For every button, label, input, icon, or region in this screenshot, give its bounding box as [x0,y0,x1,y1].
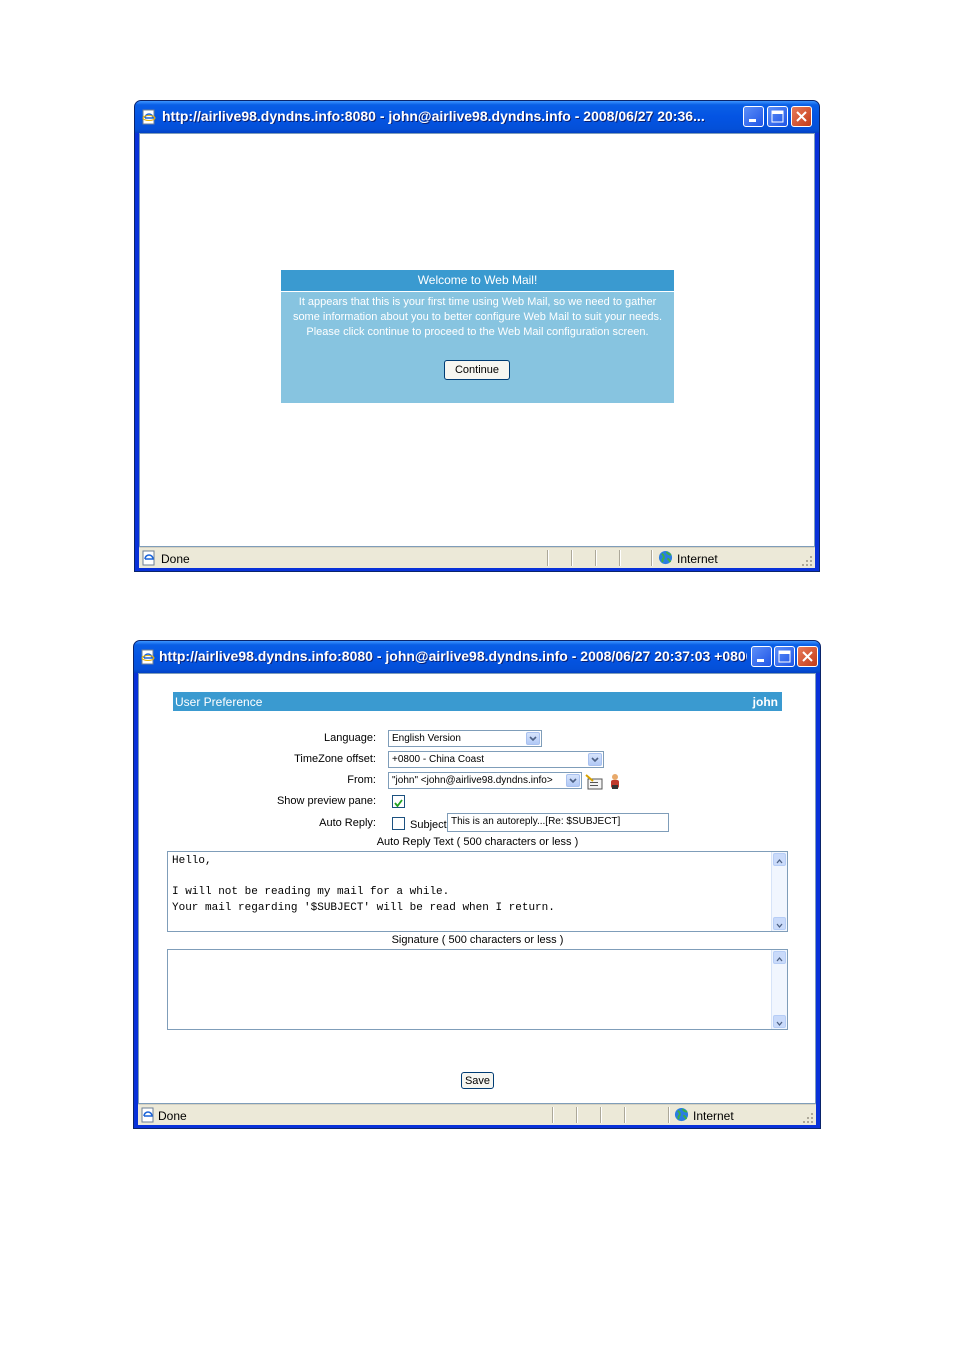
browser-window-preferences: http://airlive98.dyndns.info:8080 - john… [133,640,821,1129]
maximize-icon [778,650,791,663]
minimize-button[interactable] [743,106,764,127]
welcome-dialog: Welcome to Web Mail! It appears that thi… [281,270,674,403]
welcome-line-1: It appears that this is your first time … [298,296,657,308]
language-value: English Version [392,733,461,744]
auto-reply-checkbox[interactable] [392,817,405,830]
chevron-down-icon [776,923,783,929]
minimize-button[interactable] [751,646,772,667]
status-bar: Done Internet [138,1104,816,1125]
signature-textarea[interactable] [167,949,788,1030]
language-label: Language: [324,732,376,744]
chevron-up-icon [776,956,783,962]
chevron-up-icon [776,858,783,864]
from-value: "john" <john@airlive98.dyndns.info> [392,775,553,786]
zone-text: Internet [693,1109,734,1123]
maximize-button[interactable] [767,106,788,127]
preview-pane-label: Show preview pane: [276,795,376,807]
welcome-heading: Welcome to Web Mail! [281,270,674,292]
window-title: http://airlive98.dyndns.info:8080 - john… [162,108,705,124]
page-title: User Preference [175,695,263,709]
minimize-icon [757,659,764,662]
status-divider [624,1107,625,1123]
auto-reply-label: Auto Reply: [319,817,376,829]
timezone-select[interactable]: +0800 - China Coast [388,751,604,768]
signature-label: Signature ( 500 characters or less ) [391,934,564,946]
resize-grip-icon[interactable] [801,555,813,567]
auto-reply-text-label: Auto Reply Text ( 500 characters or less… [376,836,579,848]
welcome-line-2: some information about you to better con… [292,311,663,323]
person-icon[interactable] [609,773,621,790]
page-content: User Preference john Language: English V… [138,673,816,1104]
ie-page-icon [142,109,156,125]
scroll-down-button[interactable] [773,1015,786,1028]
ie-page-icon [141,1107,154,1123]
language-select[interactable]: English Version [388,730,542,747]
status-bar: Done Internet [139,547,815,568]
scrollbar[interactable] [771,950,787,1029]
save-button[interactable]: Save [461,1072,494,1089]
timezone-label: TimeZone offset: [294,753,376,765]
subject-input[interactable]: This is an autoreply...[Re: $SUBJECT] [447,813,669,832]
status-divider [651,550,652,566]
status-divider [547,550,548,566]
auto-reply-textarea[interactable]: Hello, I will not be reading my mail for… [167,851,788,932]
auto-reply-text: Hello, I will not be reading my mail for… [172,855,555,914]
status-divider [619,550,620,566]
scroll-up-button[interactable] [773,951,786,964]
scroll-up-button[interactable] [773,853,786,866]
from-select[interactable]: "john" <john@airlive98.dyndns.info> [388,772,582,789]
globe-icon [674,1107,689,1122]
scrollbar[interactable] [771,852,787,931]
globe-icon [658,550,673,565]
close-button[interactable] [791,106,812,127]
minimize-icon [749,119,756,122]
from-label: From: [347,774,376,786]
checkmark-icon [394,799,403,808]
maximize-icon [771,110,784,123]
close-button[interactable] [797,646,818,667]
close-icon [802,651,813,662]
resize-grip-icon[interactable] [802,1112,814,1124]
preview-pane-checkbox[interactable] [392,795,405,808]
status-divider [576,1107,577,1123]
status-text: Done [158,1109,187,1123]
status-divider [595,550,596,566]
status-divider [571,550,572,566]
chevron-down-icon [566,774,580,787]
preferences-header: User Preference john [173,692,782,711]
browser-window-welcome: http://airlive98.dyndns.info:8080 - john… [134,100,820,572]
current-user: john [752,695,778,709]
title-bar[interactable]: http://airlive98.dyndns.info:8080 - john… [134,641,820,673]
status-text: Done [161,552,190,566]
subject-label: Subject: [410,819,450,831]
timezone-value: +0800 - China Coast [392,754,485,765]
continue-button[interactable]: Continue [444,360,510,380]
maximize-button[interactable] [774,646,795,667]
page-content: Welcome to Web Mail! It appears that thi… [139,133,815,547]
ie-page-icon [142,550,155,566]
status-divider [600,1107,601,1123]
status-divider [668,1107,669,1123]
welcome-line-3: Please click continue to proceed to the … [306,326,649,338]
title-bar[interactable]: http://airlive98.dyndns.info:8080 - john… [135,101,819,133]
close-icon [796,111,807,122]
chevron-down-icon [526,732,540,745]
address-book-icon[interactable] [585,773,605,791]
window-title: http://airlive98.dyndns.info:8080 - john… [159,648,747,664]
status-divider [552,1107,553,1123]
scroll-down-button[interactable] [773,917,786,930]
chevron-down-icon [588,753,602,766]
ie-page-icon [141,649,155,665]
chevron-down-icon [776,1021,783,1027]
zone-text: Internet [677,552,718,566]
welcome-message: It appears that this is your first time … [281,292,674,340]
